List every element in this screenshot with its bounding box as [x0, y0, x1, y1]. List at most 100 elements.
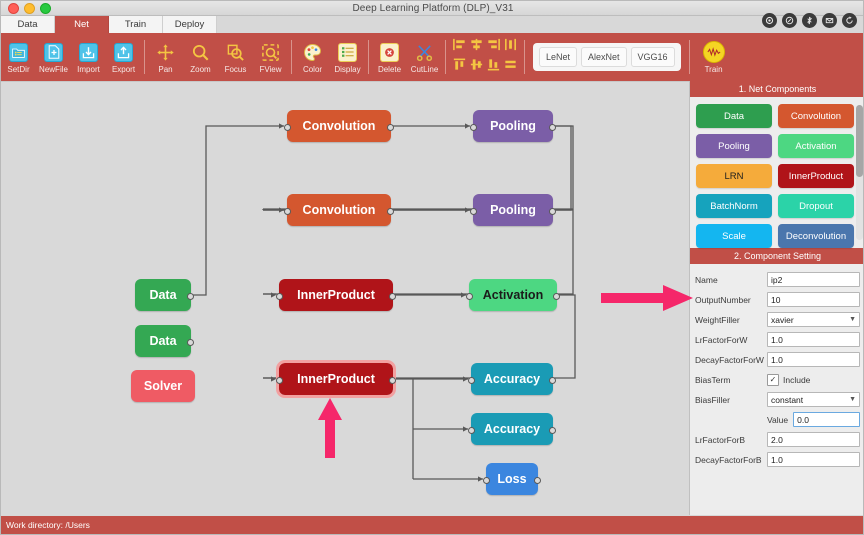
distribute-vertical-icon[interactable] — [469, 57, 484, 77]
lr-factor-w-input[interactable]: 1.0 — [767, 332, 860, 347]
node-output-port[interactable] — [553, 293, 560, 300]
node-output-port[interactable] — [387, 124, 394, 131]
canvas-node-innerproduct-1[interactable]: InnerProduct — [279, 279, 393, 311]
bias-filler-select[interactable]: constant ▼ — [767, 392, 860, 407]
toolbar-button-import[interactable]: Import — [71, 34, 106, 80]
canvas-node-data-1[interactable]: Data — [135, 279, 191, 311]
component-deconvolution[interactable]: Deconvolution — [778, 224, 854, 248]
node-output-port[interactable] — [549, 124, 556, 131]
net-components-scrollbar[interactable] — [856, 105, 863, 240]
canvas-node-convolution-1[interactable]: Convolution — [287, 110, 391, 142]
toolbar-button-cutline[interactable]: CutLine — [407, 34, 442, 80]
output-number-input[interactable]: 10 — [767, 292, 860, 307]
node-input-port[interactable] — [468, 377, 475, 384]
node-input-port[interactable] — [468, 427, 475, 434]
preset-lenet-button[interactable]: LeNet — [539, 47, 577, 67]
node-output-port[interactable] — [549, 377, 556, 384]
weight-filler-select[interactable]: xavier ▼ — [767, 312, 860, 327]
node-output-port[interactable] — [187, 339, 194, 346]
canvas-node-solver[interactable]: Solver — [131, 370, 195, 402]
toolbar-button-train[interactable]: Train — [693, 34, 735, 80]
train-wave-icon — [703, 40, 725, 64]
node-input-port[interactable] — [284, 124, 291, 131]
canvas-node-activation-1[interactable]: Activation — [469, 279, 557, 311]
component-convolution[interactable]: Convolution — [778, 104, 854, 128]
node-input-port[interactable] — [276, 377, 283, 384]
node-output-port[interactable] — [549, 208, 556, 215]
field-row-output-number: OutputNumber 10 — [695, 290, 860, 309]
align-left-icon[interactable] — [452, 37, 467, 57]
component-dropout[interactable]: Dropout — [778, 194, 854, 218]
canvas-node-data-2[interactable]: Data — [135, 325, 191, 357]
bluetooth-icon[interactable] — [802, 13, 817, 28]
toolbar-button-pan[interactable]: Pan — [148, 34, 183, 80]
mail-icon[interactable] — [822, 13, 837, 28]
canvas-node-accuracy-2[interactable]: Accuracy — [471, 413, 553, 445]
name-input[interactable]: ip2 — [767, 272, 860, 287]
toolbar-divider — [144, 40, 145, 74]
node-output-port[interactable] — [549, 427, 556, 434]
component-innerproduct[interactable]: InnerProduct — [778, 164, 854, 188]
canvas-node-loss[interactable]: Loss — [486, 463, 538, 495]
component-lrn[interactable]: LRN — [696, 164, 772, 188]
component-activation[interactable]: Activation — [778, 134, 854, 158]
tab-data[interactable]: Data — [1, 16, 55, 33]
node-output-port[interactable] — [534, 477, 541, 484]
node-input-port[interactable] — [466, 293, 473, 300]
node-input-port[interactable] — [284, 208, 291, 215]
align-bottom-icon[interactable] — [486, 57, 501, 77]
node-output-port[interactable] — [187, 293, 194, 300]
bias-value-input[interactable]: 0.0 — [793, 412, 860, 427]
toolbar-button-fview[interactable]: FView — [253, 34, 288, 80]
lr-factor-b-input[interactable]: 2.0 — [767, 432, 860, 447]
tab-deploy[interactable]: Deploy — [163, 16, 217, 33]
component-data[interactable]: Data — [696, 104, 772, 128]
node-input-port[interactable] — [276, 293, 283, 300]
node-label: InnerProduct — [297, 372, 375, 386]
component-batchnorm[interactable]: BatchNorm — [696, 194, 772, 218]
component-scale[interactable]: Scale — [696, 224, 772, 248]
node-input-port[interactable] — [470, 124, 477, 131]
node-output-port[interactable] — [389, 377, 396, 384]
tab-train[interactable]: Train — [109, 16, 163, 33]
toolbar-button-zoom[interactable]: Zoom — [183, 34, 218, 80]
compass-icon[interactable] — [782, 13, 797, 28]
component-pooling[interactable]: Pooling — [696, 134, 772, 158]
tab-net[interactable]: Net — [55, 16, 109, 33]
align-top-icon[interactable] — [452, 57, 467, 77]
network-canvas[interactable]: Convolution Pooling Convolution Pooling … — [1, 81, 689, 518]
node-output-port[interactable] — [387, 208, 394, 215]
node-output-port[interactable] — [389, 293, 396, 300]
toolbar-button-focus[interactable]: Focus — [218, 34, 253, 80]
node-input-port[interactable] — [470, 208, 477, 215]
toolbar-button-setdir[interactable]: SetDir — [1, 34, 36, 80]
canvas-node-innerproduct-2-selected[interactable]: InnerProduct — [279, 363, 393, 395]
refresh-icon[interactable] — [842, 13, 857, 28]
settings-icon[interactable] — [762, 13, 777, 28]
decay-factor-b-input[interactable]: 1.0 — [767, 452, 860, 467]
canvas-node-pooling-2[interactable]: Pooling — [473, 194, 553, 226]
toolbar-button-color[interactable]: Color — [295, 34, 330, 80]
align-center-vertical-icon[interactable] — [469, 37, 484, 57]
window-utility-icons — [762, 13, 857, 28]
toolbar-button-newfile[interactable]: NewFile — [36, 34, 71, 80]
net-components-area: Data Convolution Pooling Activation LRN … — [690, 97, 864, 248]
toolbar-button-display[interactable]: Display — [330, 34, 365, 80]
canvas-node-accuracy-1[interactable]: Accuracy — [471, 363, 553, 395]
field-label-bias-term: BiasTerm — [695, 375, 767, 385]
preset-vgg16-button[interactable]: VGG16 — [631, 47, 675, 67]
align-middle-icon[interactable] — [503, 57, 518, 77]
preset-alexnet-button[interactable]: AlexNet — [581, 47, 627, 67]
decay-factor-w-input[interactable]: 1.0 — [767, 352, 860, 367]
bias-term-checkbox-wrap[interactable]: ✓ Include — [767, 374, 860, 386]
bias-filler-value: constant — [771, 395, 803, 405]
canvas-node-pooling-1[interactable]: Pooling — [473, 110, 553, 142]
bias-term-checkbox[interactable]: ✓ — [767, 374, 779, 386]
scrollbar-thumb[interactable] — [856, 105, 863, 177]
toolbar-button-delete[interactable]: Delete — [372, 34, 407, 80]
canvas-node-convolution-2[interactable]: Convolution — [287, 194, 391, 226]
align-right-icon[interactable] — [486, 37, 501, 57]
distribute-horizontal-icon[interactable] — [503, 37, 518, 57]
node-input-port[interactable] — [483, 477, 490, 484]
toolbar-button-export[interactable]: Export — [106, 34, 141, 80]
